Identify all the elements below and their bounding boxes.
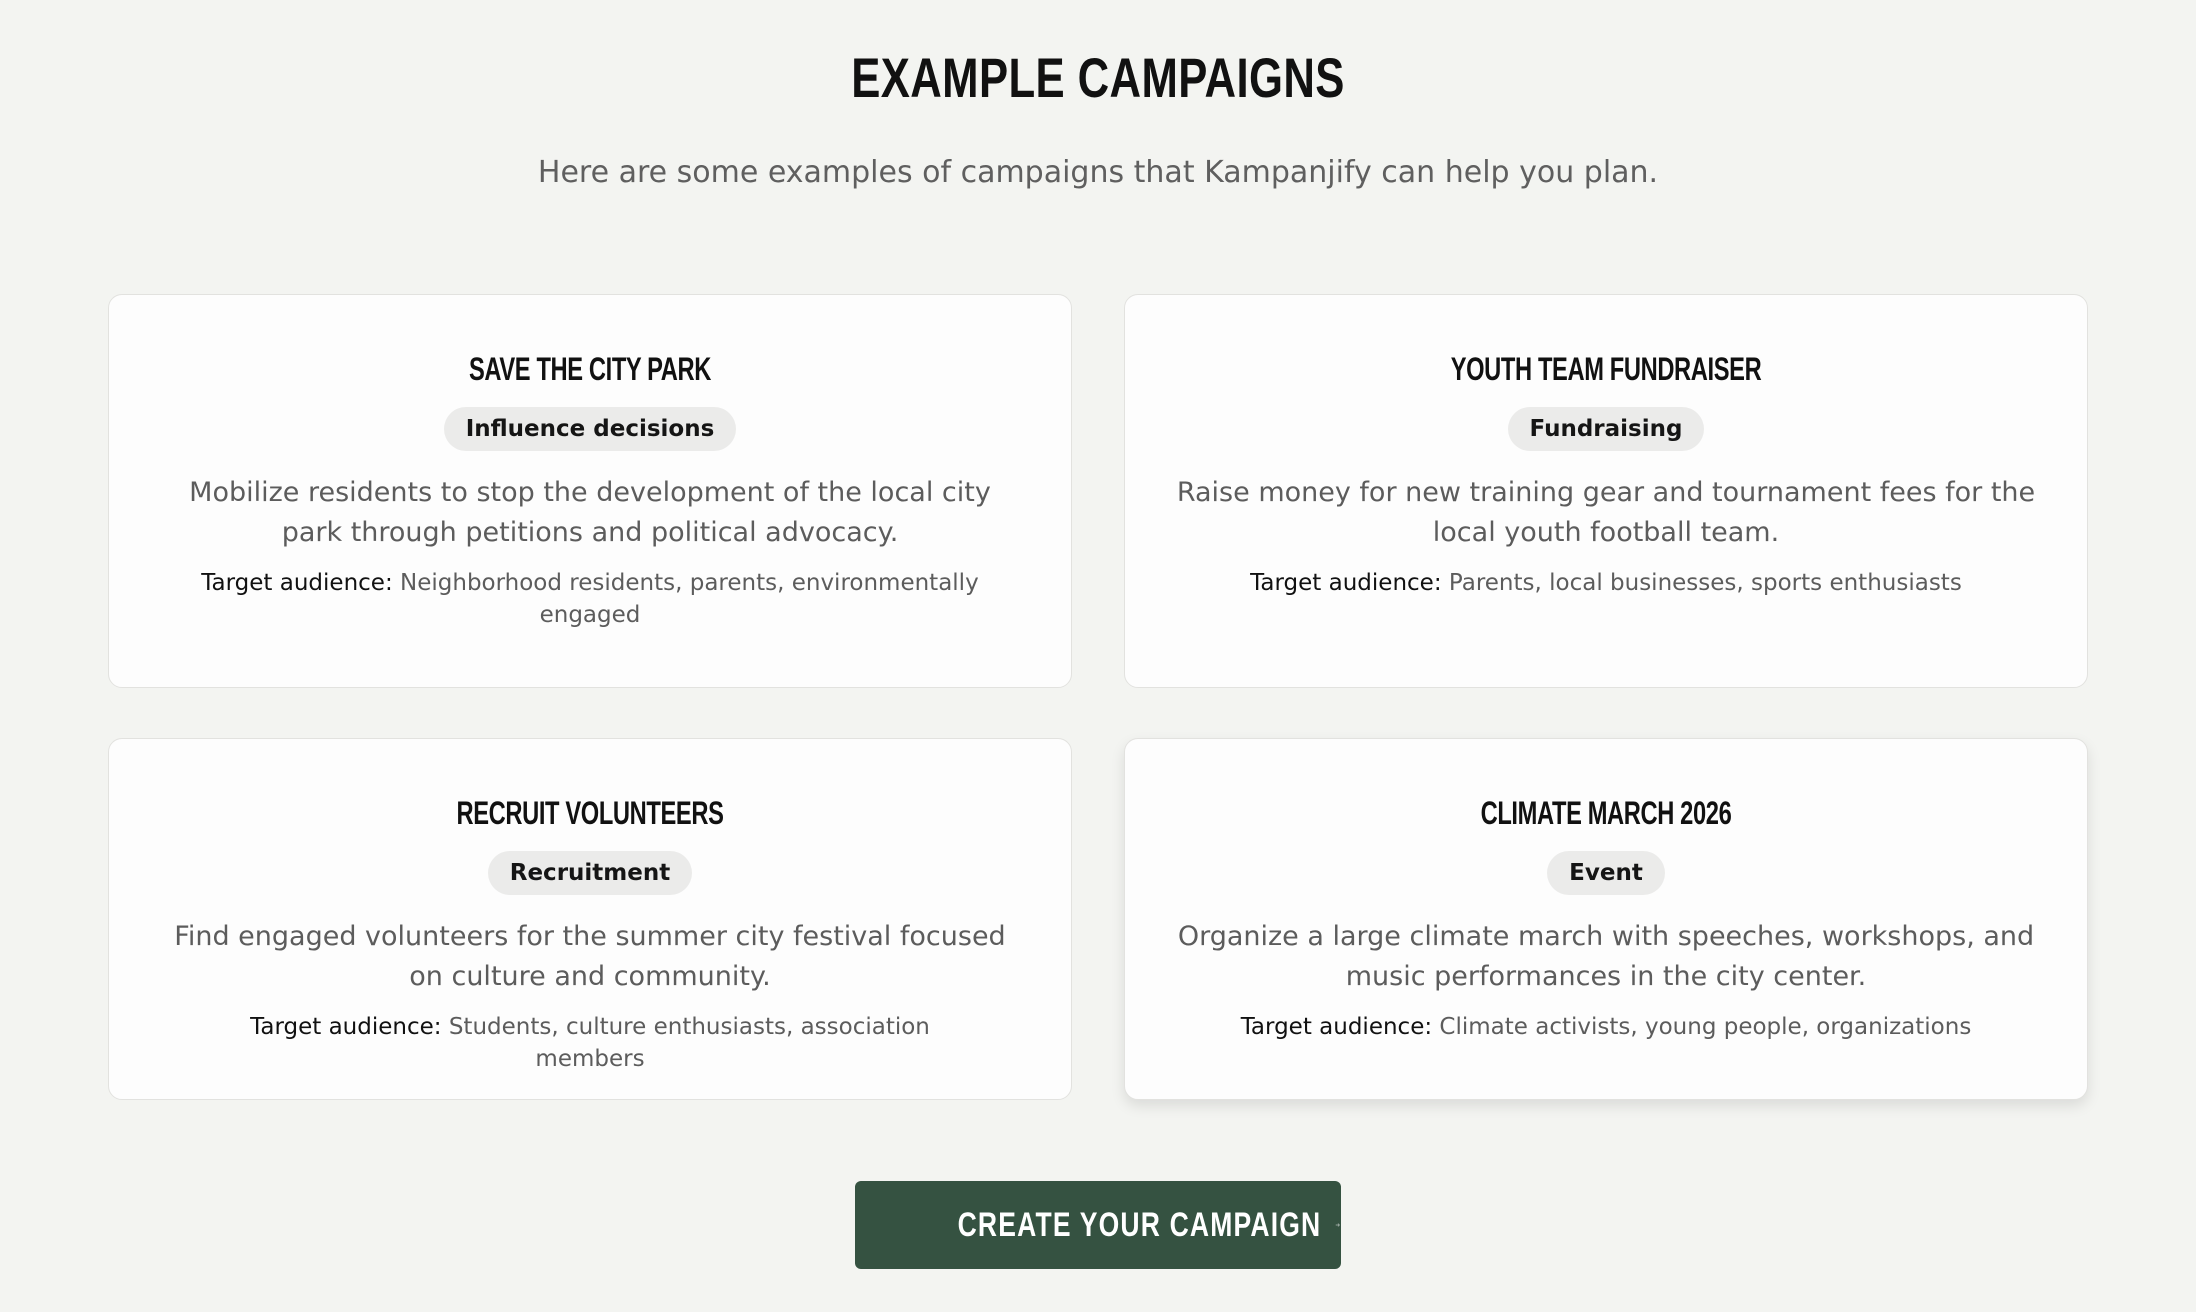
campaign-card-recruit-volunteers: Recruit Volunteers Recruitment Find enga… bbox=[108, 738, 1072, 1100]
audience-label: Target audience: bbox=[1240, 1014, 1433, 1040]
campaign-type-badge: Recruitment bbox=[487, 851, 693, 895]
audience-value: Students, culture enthusiasts, associati… bbox=[448, 1014, 930, 1072]
campaign-type-badge: Influence decisions bbox=[443, 407, 737, 451]
campaign-title: Climate March 2026 bbox=[1480, 795, 1732, 831]
audience-label: Target audience: bbox=[1250, 570, 1442, 596]
audience-value: Climate activists, young people, organiz… bbox=[1439, 1014, 1972, 1040]
campaign-card-youth-team-fundraiser: Youth Team Fundraiser Fundraising Raise … bbox=[1124, 294, 2088, 688]
campaign-type-badge: Fundraising bbox=[1507, 407, 1705, 451]
campaign-title: Youth Team Fundraiser bbox=[1450, 351, 1762, 387]
campaign-card-climate-march: Climate March 2026 Event Organize a larg… bbox=[1124, 738, 2088, 1100]
audience-label: Target audience: bbox=[250, 1014, 442, 1040]
section-title: Example Campaigns bbox=[851, 46, 1345, 109]
create-campaign-button[interactable]: Create your campaign bbox=[855, 1181, 1341, 1269]
audience-value: Parents, local businesses, sports enthus… bbox=[1448, 570, 1962, 596]
section-subtitle: Here are some examples of campaigns that… bbox=[537, 155, 1659, 190]
campaign-audience: Target audience: Parents, local business… bbox=[1211, 567, 2001, 599]
campaign-card-save-city-park: Save the City Park Influence decisions M… bbox=[108, 294, 1072, 688]
create-campaign-label: Create your campaign bbox=[957, 1205, 1322, 1244]
campaign-audience: Target audience: Neighborhood residents,… bbox=[195, 567, 985, 631]
audience-label: Target audience: bbox=[201, 570, 393, 596]
campaign-description: Raise money for new training gear and to… bbox=[1176, 477, 2036, 548]
campaign-audience: Target audience: Students, culture enthu… bbox=[195, 1011, 985, 1075]
campaign-audience: Target audience: Climate activists, youn… bbox=[1211, 1011, 2001, 1043]
campaign-description: Find engaged volunteers for the summer c… bbox=[174, 921, 1006, 992]
campaign-description: Mobilize residents to stop the developme… bbox=[189, 477, 991, 548]
campaign-title: Save the City Park bbox=[468, 351, 712, 387]
campaign-description: Organize a large climate march with spee… bbox=[1177, 921, 2035, 992]
audience-value: Neighborhood residents, parents, environ… bbox=[400, 570, 979, 628]
arrow-right-icon bbox=[1336, 1223, 1341, 1227]
example-campaigns-section: Example Campaigns Here are some examples… bbox=[0, 0, 2196, 1312]
campaign-title: Recruit Volunteers bbox=[456, 795, 724, 831]
campaign-type-badge: Event bbox=[1547, 851, 1665, 895]
